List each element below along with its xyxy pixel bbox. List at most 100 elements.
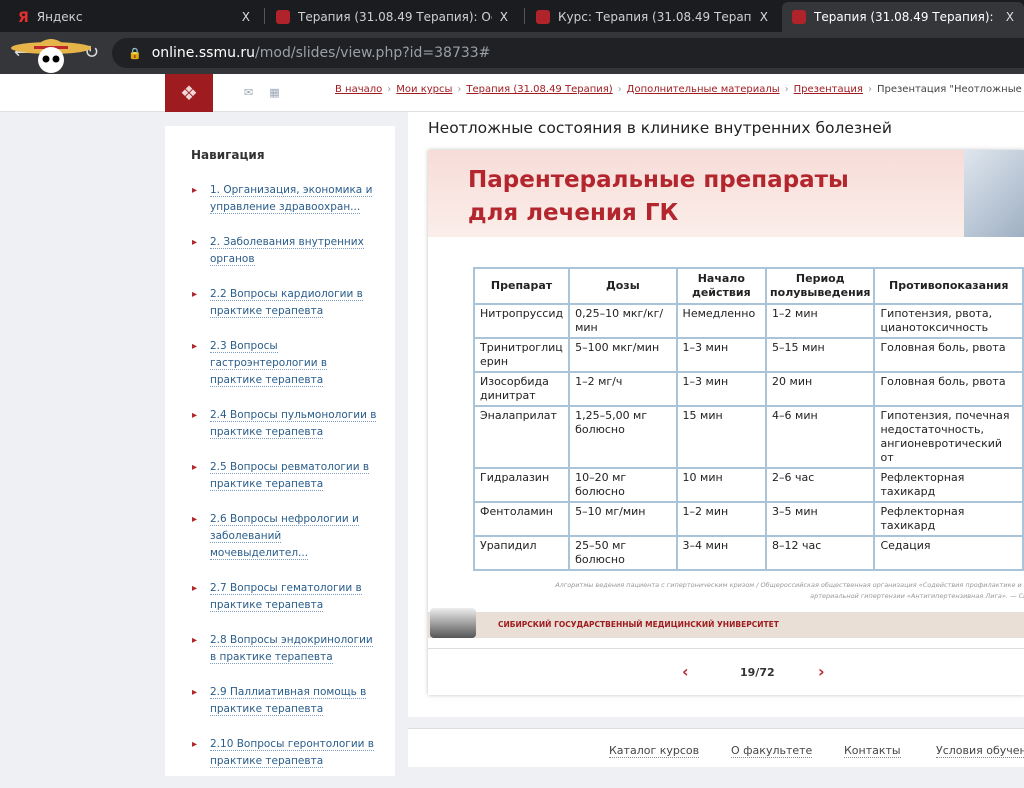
table-cell: Эналаприлат xyxy=(472,405,571,469)
table-cell: Нитропруссид xyxy=(472,303,571,339)
table-cell: 1–3 мин xyxy=(675,371,768,407)
crest-icon xyxy=(536,10,550,24)
slide: Парентеральные препараты для лечения ГК П… xyxy=(428,150,1024,695)
university-band: СИБИРСКИЙ ГОСУДАРСТВЕННЫЙ МЕДИЦИНСКИЙ УН… xyxy=(428,612,1024,638)
source-citation: Алгоритмы ведения пациента с гипертониче… xyxy=(555,581,1024,600)
slide-counter: 19/72 xyxy=(740,666,775,679)
mail-icon[interactable]: ✉ xyxy=(244,86,253,99)
url-input[interactable]: 🔒 online.ssmu.ru/mod/slides/view.php?id=3… xyxy=(112,38,1024,68)
tab-therapy-active[interactable]: Терапия (31.08.49 Терапия): НеоX xyxy=(782,2,1024,32)
table-row: Изосорбида динитрат 1–2 мг/ч 1–3 мин 20 мин… xyxy=(472,371,1024,407)
table-cell: Немедленно xyxy=(675,303,768,339)
page-title: Неотложные состояния в клинике внутренни… xyxy=(428,119,892,137)
sidebar-item[interactable]: 2.6 Вопросы нефрологии и заболеваний моч… xyxy=(191,511,381,562)
close-icon[interactable]: X xyxy=(1006,10,1014,24)
calendar-icon[interactable]: ▦ xyxy=(269,86,279,99)
table-cell: Гипотензия, почечная недостаточность, ан… xyxy=(873,405,1024,469)
table-cell: 10–20 мг болюсно xyxy=(568,467,678,503)
footer-link-catalog[interactable]: Каталог курсов xyxy=(609,744,700,758)
lock-icon: 🔒 xyxy=(128,46,142,60)
university-logo[interactable]: ❖ xyxy=(165,74,213,112)
crest-icon xyxy=(276,10,290,24)
sidebar-item[interactable]: 2.4 Вопросы пульмонологии в практике тер… xyxy=(191,407,381,441)
table-cell: 1–2 мин xyxy=(765,303,876,339)
breadcrumb-my-courses[interactable]: Мои курсы xyxy=(396,84,452,95)
table-cell: 3–4 мин xyxy=(675,535,768,571)
table-cell: 5–10 мг/мин xyxy=(568,501,678,537)
table-cell: Фентоламин xyxy=(472,501,571,537)
close-icon[interactable]: X xyxy=(242,10,250,24)
slide-title: Парентеральные препараты для лечения ГК xyxy=(468,167,849,226)
breadcrumb: В начало › Мои курсы › Терапия (31.08.49 Т… xyxy=(335,84,1024,95)
table-cell: 5–100 мкг/мин xyxy=(568,337,678,373)
navigation-block: Навигация 1. Организация, экономика и уп… xyxy=(165,126,395,776)
tab-therapy-1[interactable]: Терапия (31.08.49 Терапия): Ост X xyxy=(266,2,518,32)
yandex-icon: Я xyxy=(18,10,29,26)
table-cell: 4–6 мин xyxy=(765,405,876,469)
footer-link-faculty[interactable]: О факультете xyxy=(731,744,813,758)
site-header: ❖ ✉ ▦ В начало › Мои курсы › Терапия (31.08… xyxy=(0,74,1024,112)
table-cell: 25–50 мг болюсно xyxy=(568,535,678,571)
doctor-image xyxy=(964,150,1024,237)
sidebar-item[interactable]: 2. Заболевания внутренних органов xyxy=(191,234,381,268)
table-cell: 1–2 мин xyxy=(675,501,768,537)
sidebar-item[interactable]: 2.5 Вопросы ревматологии в практике тера… xyxy=(191,459,381,493)
column-header: Дозы xyxy=(568,267,678,305)
column-header: Препарат xyxy=(472,267,571,305)
sidebar-item[interactable]: 2.3 Вопросы гастроэнтерологии в практике… xyxy=(191,338,381,389)
column-header: Начало действия xyxy=(675,267,768,305)
tonometer-image xyxy=(430,608,476,638)
table-cell: Рефлекторная тахикард xyxy=(873,501,1024,537)
table-cell: Гидралазин xyxy=(472,467,571,503)
table-cell: 5–15 мин xyxy=(765,337,876,373)
breadcrumb-current: Презентация "Неотложные состоя xyxy=(876,84,1024,95)
sidebar-item[interactable]: 1. Организация, экономика и управление з… xyxy=(191,182,381,216)
sidebar-item[interactable]: 2.7 Вопросы гематологии в практике терап… xyxy=(191,580,381,614)
prev-slide-button[interactable]: ‹ xyxy=(682,662,689,681)
breadcrumb-home[interactable]: В начало xyxy=(335,84,382,95)
breadcrumb-materials[interactable]: Дополнительные материалы xyxy=(627,84,780,95)
next-slide-button[interactable]: › xyxy=(818,662,825,681)
table-cell: 3–5 мин xyxy=(765,501,876,537)
sidebar-item[interactable]: 2.9 Паллиативная помощь в практике терап… xyxy=(191,684,381,718)
table-row: Эналаприлат 1,25–5,00 мг болюсно 15 мин 4–6… xyxy=(472,405,1024,469)
table-cell: 8–12 час xyxy=(765,535,876,571)
table-row: Фентоламин 5–10 мг/мин 1–2 мин 3–5 мин Рефле… xyxy=(472,501,1024,537)
sidebar-item[interactable]: 2.10 Вопросы геронтологии в практике тер… xyxy=(191,736,381,770)
browser-tab-bar: Я Яндекс X Терапия (31.08.49 Терапия): Ост… xyxy=(0,0,1024,32)
table-cell: 0,25–10 мкг/кг/мин xyxy=(568,303,678,339)
breadcrumb-course[interactable]: Терапия (31.08.49 Терапия) xyxy=(466,84,612,95)
crest-icon xyxy=(792,10,806,24)
tab-yandex[interactable]: Я Яндекс X xyxy=(8,2,260,32)
sidebar-item[interactable]: 2.8 Вопросы эндокринологии в практике те… xyxy=(191,632,381,666)
table-cell: Урапидил xyxy=(472,535,571,571)
table-row: Гидралазин 10–20 мг болюсно 10 мин 2–6 час Р… xyxy=(472,467,1024,503)
table-cell: Изосорбида динитрат xyxy=(472,371,571,407)
table-cell: 15 мин xyxy=(675,405,768,469)
breadcrumb-presentation[interactable]: Презентация xyxy=(794,84,863,95)
table-cell: 10 мин xyxy=(675,467,768,503)
skull-hat-icon xyxy=(11,39,91,73)
close-icon[interactable]: X xyxy=(500,10,508,24)
table-cell: Рефлекторная тахикард xyxy=(873,467,1024,503)
close-icon[interactable]: X xyxy=(760,10,768,24)
slide-header: Парентеральные препараты для лечения ГК xyxy=(428,150,1024,237)
table-row: Нитропруссид 0,25–10 мкг/кг/мин Немедленно… xyxy=(472,303,1024,339)
footer-link-terms[interactable]: Условия обучени xyxy=(936,744,1024,758)
column-header: Период полувыведения xyxy=(765,267,876,305)
table-row: Урапидил 25–50 мг болюсно 3–4 мин 8–12 час С… xyxy=(472,535,1024,571)
column-header: Противопоказания xyxy=(873,267,1024,305)
table-cell: Гипотензия, рвота, цианотоксичность xyxy=(873,303,1024,339)
table-cell: 1,25–5,00 мг болюсно xyxy=(568,405,678,469)
table-cell: 1–2 мг/ч xyxy=(568,371,678,407)
navigation-title: Навигация xyxy=(191,148,265,162)
table-cell: Головная боль, рвота xyxy=(873,371,1024,407)
footer-link-contacts[interactable]: Контакты xyxy=(844,744,901,758)
tab-course[interactable]: Курс: Терапия (31.08.49 Терапия X xyxy=(526,2,778,32)
drug-table: Препарат Дозы Начало действия Период полувы… xyxy=(472,267,1024,571)
address-bar-row: ← ↻ 🔒 online.ssmu.ru/mod/slides/view.php?… xyxy=(0,32,1024,74)
table-cell: Седация xyxy=(873,535,1024,571)
table-cell: Головная боль, рвота xyxy=(873,337,1024,373)
sidebar-item[interactable]: 2.2 Вопросы кардиологии в практике терап… xyxy=(191,286,381,320)
table-row: Тринитроглиц ерин 5–100 мкг/мин 1–3 мин 5–1… xyxy=(472,337,1024,373)
